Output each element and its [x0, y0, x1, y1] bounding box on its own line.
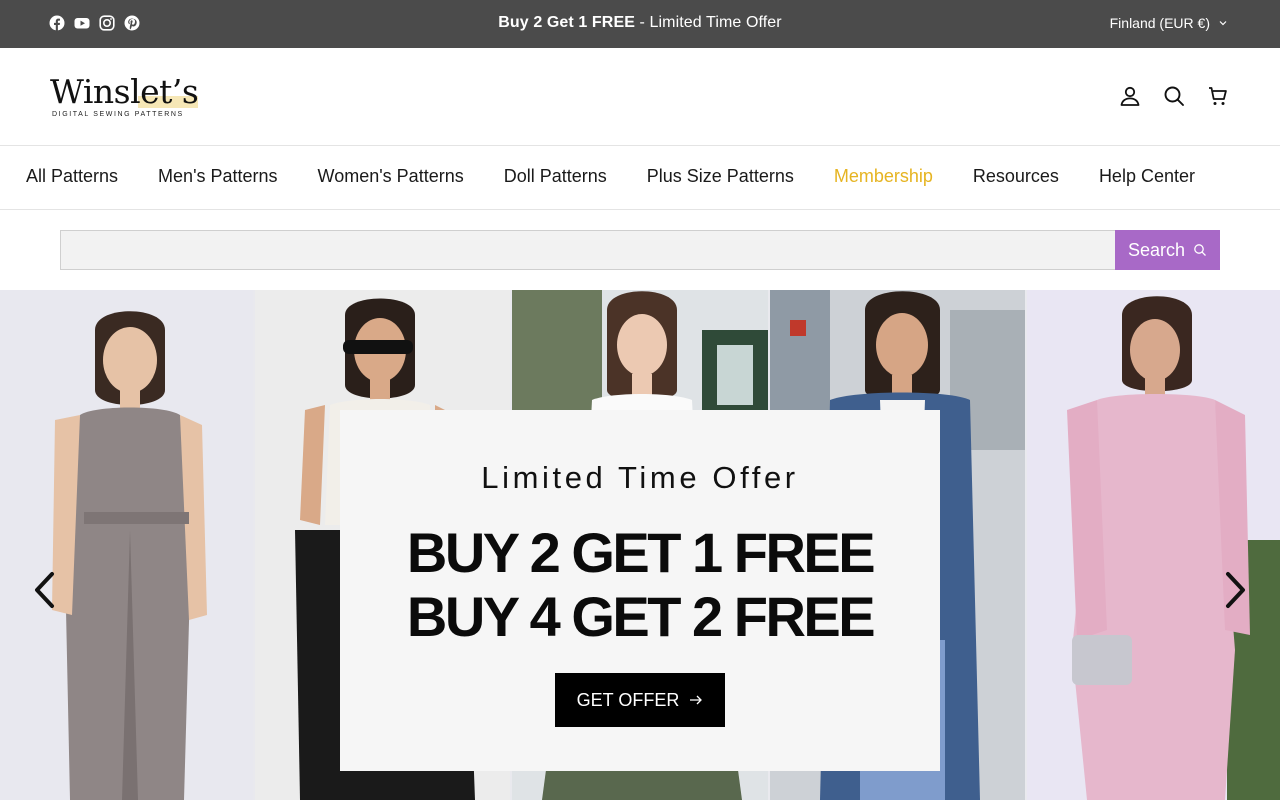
hero-model-image	[0, 290, 253, 800]
promo-rest: - Limited Time Offer	[635, 14, 782, 31]
store-logo[interactable]: Winslet’s DIGITAL SEWING PATTERNS	[50, 74, 202, 122]
account-icon[interactable]	[1118, 84, 1142, 108]
search-icon[interactable]	[1162, 84, 1186, 108]
chevron-down-icon	[1219, 21, 1227, 26]
nav-all-patterns[interactable]: All Patterns	[26, 166, 118, 187]
search-button-label: Search	[1127, 239, 1186, 260]
nav-doll-patterns[interactable]: Doll Patterns	[504, 166, 607, 187]
chevron-right-icon	[1226, 572, 1245, 608]
chevron-left-icon	[35, 572, 54, 608]
announcement-bar: Buy 2 Get 1 FREE - Limited Time Offer Fi…	[0, 0, 1280, 48]
arrow-right-icon	[690, 695, 703, 705]
header-actions	[1118, 84, 1230, 108]
search-input[interactable]	[60, 230, 1116, 270]
country-selector[interactable]: Finland (EUR €)	[1110, 15, 1228, 31]
offer-card: Limited Time Offer BUY 2 GET 1 FREE BUY …	[340, 410, 940, 771]
slideshow-next-button[interactable]	[1220, 570, 1250, 610]
nav-membership[interactable]: Membership	[834, 166, 933, 187]
search-button[interactable]: Search	[1115, 230, 1220, 270]
search-bar: Search	[60, 230, 1220, 270]
cart-icon[interactable]	[1206, 84, 1230, 108]
offer-kicker: Limited Time Offer	[481, 460, 799, 495]
logo-wordmark: Winslet’s	[50, 72, 199, 111]
nav-help-center[interactable]: Help Center	[1099, 166, 1195, 187]
hero-slideshow: Limited Time Offer BUY 2 GET 1 FREE BUY …	[0, 290, 1280, 800]
promo-bold: Buy 2 Get 1 FREE	[498, 14, 635, 31]
offer-headline-2: BUY 4 GET 2 FREE	[406, 585, 876, 648]
logo-tagline: DIGITAL SEWING PATTERNS	[52, 111, 184, 118]
nav-plus-size-patterns[interactable]: Plus Size Patterns	[647, 166, 794, 187]
offer-headline-1: BUY 2 GET 1 FREE	[406, 521, 876, 584]
nav-mens-patterns[interactable]: Men's Patterns	[158, 166, 278, 187]
get-offer-button[interactable]: GET OFFER	[555, 673, 725, 727]
nav-resources[interactable]: Resources	[973, 166, 1059, 187]
search-icon	[1194, 244, 1206, 256]
nav-womens-patterns[interactable]: Women's Patterns	[318, 166, 464, 187]
slideshow-prev-button[interactable]	[30, 570, 60, 610]
announcement-text[interactable]: Buy 2 Get 1 FREE - Limited Time Offer	[0, 14, 1280, 32]
main-navigation: All Patterns Men's Patterns Women's Patt…	[0, 146, 1280, 210]
hero-model-image	[1027, 290, 1280, 800]
site-header: Winslet’s DIGITAL SEWING PATTERNS	[0, 48, 1280, 146]
get-offer-label: GET OFFER	[576, 689, 680, 710]
country-label: Finland (EUR €)	[1109, 15, 1210, 31]
